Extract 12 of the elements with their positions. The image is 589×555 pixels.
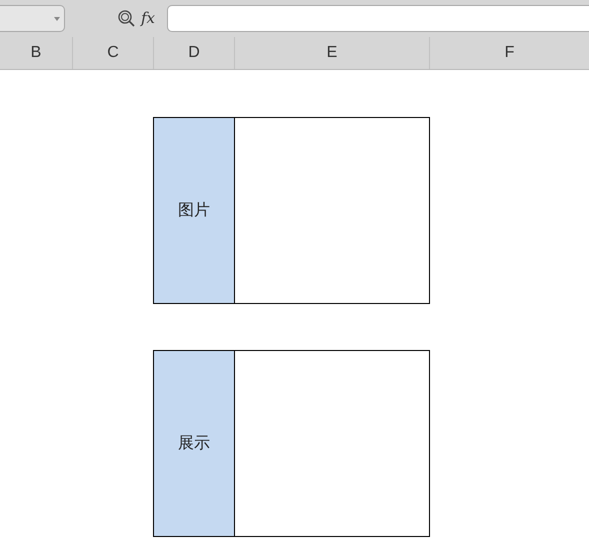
formula-bar[interactable] <box>167 5 589 32</box>
label-cell: 展示 <box>154 351 235 536</box>
dropdown-icon <box>54 16 60 21</box>
zoom-icon[interactable] <box>118 10 135 28</box>
column-header[interactable]: B <box>30 41 42 66</box>
column-header[interactable]: F <box>504 41 514 66</box>
column-header[interactable]: D <box>188 41 200 66</box>
column-header[interactable]: C <box>107 41 119 66</box>
label-cell: 图片 <box>154 118 235 303</box>
function-label[interactable]: fx <box>141 7 163 30</box>
column-header[interactable]: E <box>326 41 338 66</box>
name-box[interactable] <box>0 5 65 32</box>
